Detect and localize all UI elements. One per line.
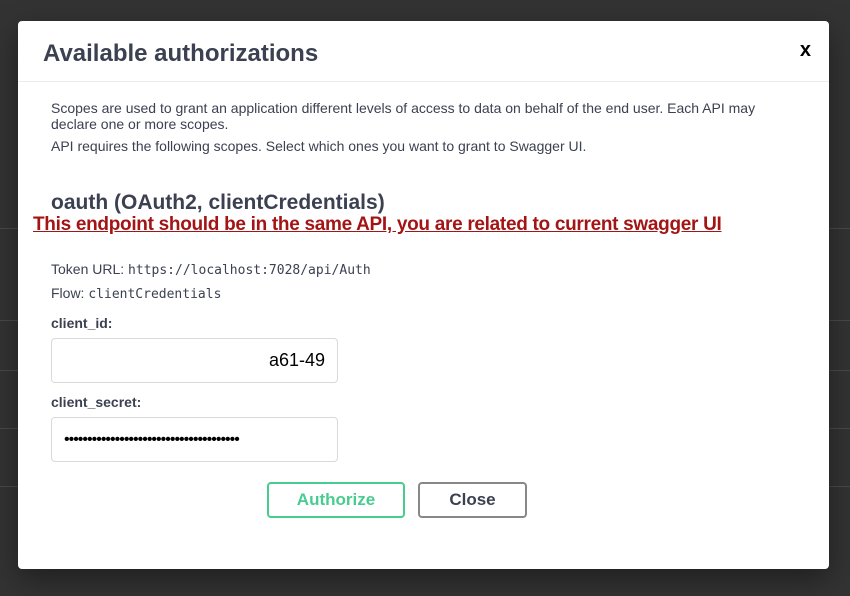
scopes-requirement: API requires the following scopes. Selec… bbox=[51, 138, 587, 154]
token-url-label: Token URL: bbox=[51, 261, 125, 277]
modal-header: Available authorizations x bbox=[18, 21, 829, 82]
client-id-input[interactable]: a61-49 bbox=[51, 338, 338, 383]
close-button[interactable]: Close bbox=[418, 482, 527, 518]
client-secret-value: •••••••••••••••••••••••••••••••••••••• bbox=[64, 430, 240, 448]
scopes-description: Scopes are used to grant an application … bbox=[51, 100, 756, 132]
token-url-row: Token URL: https://localhost:7028/api/Au… bbox=[51, 261, 371, 278]
scopes-info: Scopes are used to grant an application … bbox=[51, 100, 771, 154]
client-secret-input[interactable]: •••••••••••••••••••••••••••••••••••••• bbox=[51, 417, 338, 462]
modal-title: Available authorizations bbox=[43, 40, 319, 67]
client-secret-label: client_secret: bbox=[51, 394, 142, 410]
flow-row: Flow: clientCredentials bbox=[51, 285, 221, 302]
client-id-label: client_id: bbox=[51, 315, 113, 331]
flow-value: clientCredentials bbox=[88, 287, 222, 302]
token-url: https://localhost:7028/api/Auth bbox=[128, 263, 371, 278]
authorize-button[interactable]: Authorize bbox=[267, 482, 405, 518]
close-icon[interactable]: x bbox=[800, 39, 811, 62]
client-id-value: a61-49 bbox=[268, 350, 325, 370]
flow-label: Flow: bbox=[51, 285, 85, 301]
annotation-note: This endpoint should be in the same API,… bbox=[33, 214, 722, 235]
auth-scheme-heading: oauth (OAuth2, clientCredentials) bbox=[51, 191, 385, 214]
